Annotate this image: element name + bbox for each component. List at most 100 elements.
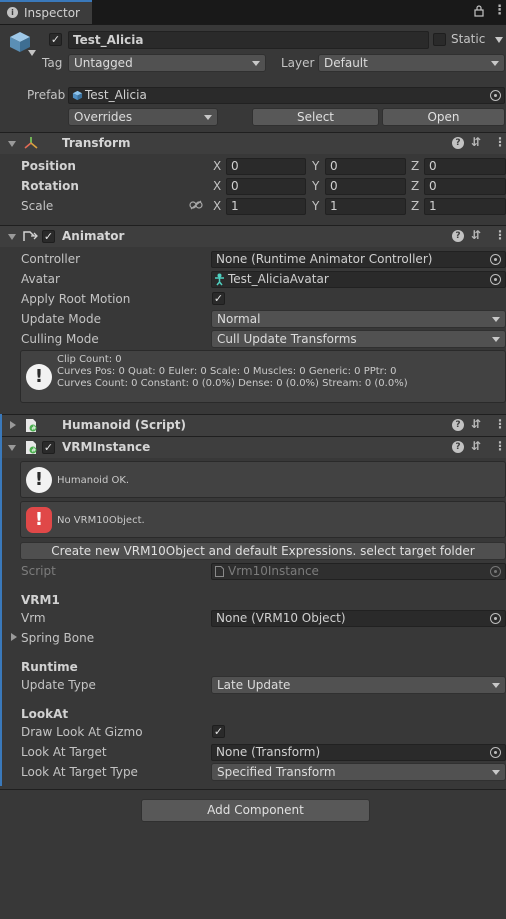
vrm-field[interactable]: None (VRM10 Object) [211,610,506,627]
preset-icon[interactable]: ⇵ [471,439,481,453]
component-focus-bar-top [0,414,2,458]
layer-value: Default [324,56,368,70]
scale-y-label[interactable]: Y [312,199,319,213]
position-z-label[interactable]: Z [411,159,419,173]
update-type-value: Late Update [217,678,291,692]
lookat-header: LookAt [21,707,69,721]
constrain-proportions-icon[interactable] [189,200,203,210]
position-x-field[interactable]: 0 [226,158,306,175]
fold-icon [10,421,16,429]
preset-icon[interactable]: ⇵ [471,135,481,149]
transform-header[interactable]: Transform ? ⇵ ⋮ [0,132,506,154]
avatar-field[interactable]: Test_AliciaAvatar [211,271,506,288]
culling-mode-dropdown[interactable]: Cull Update Transforms [211,330,506,348]
spring-bone-fold-icon[interactable] [11,633,17,641]
animator-enabled-checkbox[interactable]: ✓ [42,230,55,243]
static-label: Static [451,32,486,46]
clip-count-text: Clip Count: 0 [57,354,122,365]
look-at-target-field[interactable]: None (Transform) [211,744,506,761]
tag-dropdown[interactable]: Untagged [68,54,266,72]
humanoid-header[interactable]: # Humanoid (Script) ? ⇵ ⋮ [0,414,506,436]
spring-bone-label[interactable]: Spring Bone [21,631,94,645]
create-vrm10object-button[interactable]: Create new VRM10Object and default Expre… [20,542,506,560]
rotation-z-field[interactable]: 0 [424,178,506,195]
info-icon: i [7,7,18,18]
draw-look-at-gizmo-label: Draw Look At Gizmo [21,725,143,739]
scale-z-label[interactable]: Z [411,199,419,213]
help-icon[interactable]: ? [452,137,464,149]
scale-z-field[interactable]: 1 [424,198,506,215]
update-mode-dropdown[interactable]: Normal [211,310,506,328]
vrm-instance-header[interactable]: # ✓ VRMInstance ? ⇵ ⋮ [0,436,506,458]
apply-root-motion-checkbox[interactable]: ✓ [212,292,225,305]
rotation-x-label[interactable]: X [213,179,221,193]
prefab-icon [72,90,83,101]
layer-label: Layer [281,56,315,70]
controller-label: Controller [21,252,81,266]
avatar-value: Test_AliciaAvatar [228,272,329,286]
tag-value: Untagged [74,56,133,70]
prefab-target-icon[interactable] [490,90,501,101]
draw-look-at-gizmo-checkbox[interactable]: ✓ [212,725,225,738]
vrm-target-icon[interactable] [490,613,501,624]
humanoid-title: Humanoid (Script) [62,418,186,432]
look-at-target-icon[interactable] [490,747,501,758]
position-y-label[interactable]: Y [312,159,319,173]
no-vrm-object-box: ! No VRM10Object. [20,501,506,538]
scale-label: Scale [21,199,54,213]
runtime-header: Runtime [21,660,78,674]
chevron-down-icon [204,115,212,120]
rotation-y-label[interactable]: Y [312,179,319,193]
rotation-z-label[interactable]: Z [411,179,419,193]
position-x-label[interactable]: X [213,159,221,173]
tab-inspector[interactable]: i Inspector [0,0,92,24]
rotation-y-field[interactable]: 0 [325,178,406,195]
controller-field[interactable]: None (Runtime Animator Controller) [211,251,506,268]
culling-mode-label: Culling Mode [21,332,99,346]
object-name-field[interactable]: Test_Alicia [68,31,429,49]
animator-icon [23,231,38,241]
vrm-instance-enabled-checkbox[interactable]: ✓ [42,441,55,454]
help-icon[interactable]: ? [452,230,464,242]
static-checkbox[interactable] [433,33,446,46]
preset-icon[interactable]: ⇵ [471,417,481,431]
script-icon: # [26,419,37,432]
component-menu-icon[interactable]: ⋮ [494,135,506,149]
look-at-target-type-dropdown[interactable]: Specified Transform [211,763,506,781]
static-dropdown-icon[interactable] [495,37,503,43]
vrm1-header: VRM1 [21,593,60,607]
prefab-label: Prefab [27,88,66,102]
script-target-icon [490,566,501,577]
position-z-field[interactable]: 0 [424,158,506,175]
help-icon[interactable]: ? [452,441,464,453]
animator-header[interactable]: ✓ Animator ? ⇵ ⋮ [0,225,506,247]
open-button[interactable]: Open [382,108,505,126]
active-checkbox[interactable]: ✓ [49,33,62,46]
chevron-down-icon [252,61,260,66]
add-component-button[interactable]: Add Component [141,799,370,822]
vrm-instance-title: VRMInstance [62,440,151,454]
component-menu-icon[interactable]: ⋮ [494,228,506,242]
humanoid-ok-text: Humanoid OK. [57,475,130,486]
component-menu-icon[interactable]: ⋮ [494,439,506,453]
controller-target-icon[interactable] [490,254,501,265]
lock-icon[interactable] [474,5,484,17]
info-exclamation-icon: ! [26,467,52,493]
select-button[interactable]: Select [252,108,379,126]
scale-y-field[interactable]: 1 [325,198,406,215]
scale-x-label[interactable]: X [213,199,221,213]
prefab-field[interactable]: Test_Alicia [68,87,505,104]
preset-icon[interactable]: ⇵ [471,228,481,242]
rotation-x-field[interactable]: 0 [226,178,306,195]
component-menu-icon[interactable]: ⋮ [494,417,506,431]
tab-menu-icon[interactable]: ⋮ [493,3,506,18]
icon-dropdown-icon[interactable] [28,50,36,56]
position-y-field[interactable]: 0 [325,158,406,175]
update-type-dropdown[interactable]: Late Update [211,676,506,694]
overrides-dropdown[interactable]: Overrides [68,108,218,126]
help-icon[interactable]: ? [452,419,464,431]
avatar-target-icon[interactable] [490,274,501,285]
look-at-target-label: Look At Target [21,745,107,759]
scale-x-field[interactable]: 1 [226,198,306,215]
layer-dropdown[interactable]: Default [318,54,505,72]
